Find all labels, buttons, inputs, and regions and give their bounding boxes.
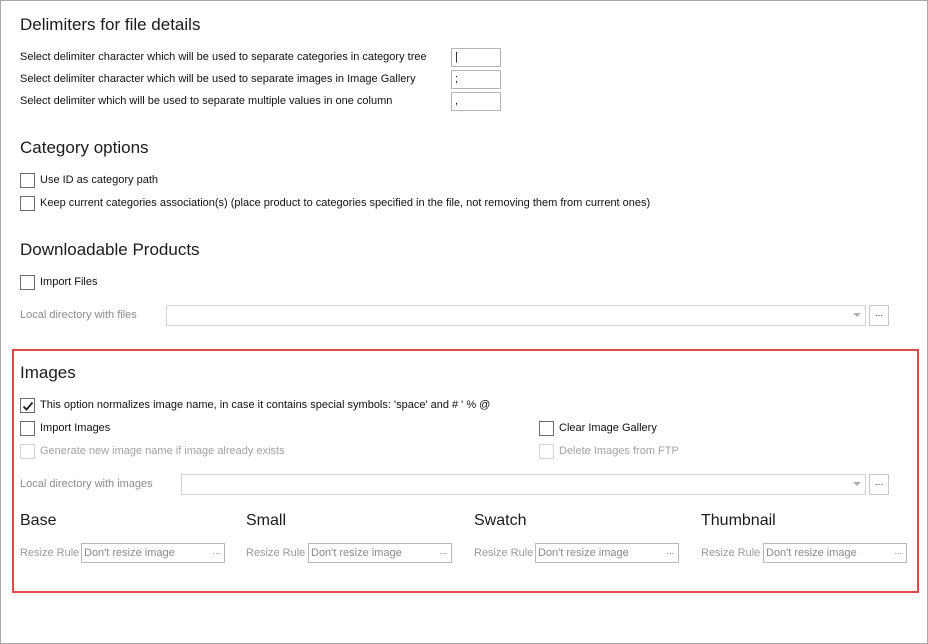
- delimiter-category-label: Select delimiter character which will be…: [20, 51, 427, 63]
- delimiters-title: Delimiters for file details: [20, 15, 201, 34]
- swatch-resize-button[interactable]: ...: [666, 546, 674, 556]
- import-files-label: Import Files: [40, 276, 98, 288]
- swatch-title: Swatch: [474, 512, 527, 529]
- base-resize-input[interactable]: Don't resize image ...: [81, 543, 225, 563]
- delimiter-multivalue-input[interactable]: ,: [451, 92, 501, 111]
- keep-assoc-checkbox[interactable]: [20, 196, 35, 211]
- thumbnail-resize-label: Resize Rule: [701, 547, 761, 559]
- checkmark-icon: [22, 401, 34, 411]
- thumbnail-resize-value: Don't resize image: [766, 547, 857, 559]
- thumbnail-title: Thumbnail: [701, 512, 776, 529]
- clear-gallery-checkbox[interactable]: [539, 421, 554, 436]
- small-resize-value: Don't resize image: [311, 547, 402, 559]
- thumbnail-resize-button[interactable]: ...: [894, 546, 902, 556]
- files-browse-button[interactable]: ...: [869, 305, 889, 326]
- files-dir-combo[interactable]: [166, 305, 866, 326]
- swatch-resize-label: Resize Rule: [474, 547, 534, 559]
- normalize-checkbox[interactable]: [20, 398, 35, 413]
- use-id-checkbox[interactable]: [20, 173, 35, 188]
- delimiter-category-input[interactable]: |: [451, 48, 501, 67]
- base-resize-button[interactable]: ...: [212, 546, 220, 556]
- delimiter-gallery-input[interactable]: ;: [451, 70, 501, 89]
- clear-gallery-label: Clear Image Gallery: [559, 422, 657, 434]
- thumbnail-resize-input[interactable]: Don't resize image ...: [763, 543, 907, 563]
- small-resize-label: Resize Rule: [246, 547, 306, 559]
- import-files-checkbox[interactable]: [20, 275, 35, 290]
- base-resize-label: Resize Rule: [20, 547, 80, 559]
- normalize-label: This option normalizes image name, in ca…: [40, 399, 491, 411]
- use-id-label: Use ID as category path: [40, 174, 159, 186]
- delimiter-gallery-label: Select delimiter character which will be…: [20, 73, 416, 85]
- import-images-checkbox[interactable]: [20, 421, 35, 436]
- files-dir-label: Local directory with files: [20, 309, 137, 321]
- import-images-label: Import Images: [40, 422, 111, 434]
- images-dir-label: Local directory with images: [20, 478, 153, 490]
- swatch-resize-input[interactable]: Don't resize image ...: [535, 543, 679, 563]
- chevron-down-icon: [853, 482, 861, 486]
- images-title: Images: [20, 363, 76, 382]
- chevron-down-icon: [853, 313, 861, 317]
- generate-name-checkbox[interactable]: [20, 444, 35, 459]
- downloadable-title: Downloadable Products: [20, 240, 200, 259]
- images-dir-combo[interactable]: [181, 474, 866, 495]
- small-title: Small: [246, 512, 287, 529]
- base-resize-value: Don't resize image: [84, 547, 175, 559]
- base-title: Base: [20, 512, 57, 529]
- category-options-title: Category options: [20, 138, 149, 157]
- delete-ftp-label: Delete Images from FTP: [559, 445, 679, 457]
- generate-name-label: Generate new image name if image already…: [40, 445, 285, 457]
- small-resize-button[interactable]: ...: [439, 546, 447, 556]
- swatch-resize-value: Don't resize image: [538, 547, 629, 559]
- small-resize-input[interactable]: Don't resize image ...: [308, 543, 452, 563]
- keep-assoc-label: Keep current categories association(s) (…: [40, 197, 651, 209]
- delete-ftp-checkbox[interactable]: [539, 444, 554, 459]
- images-browse-button[interactable]: ...: [869, 474, 889, 495]
- delimiter-multivalue-label: Select delimiter which will be used to s…: [20, 95, 393, 107]
